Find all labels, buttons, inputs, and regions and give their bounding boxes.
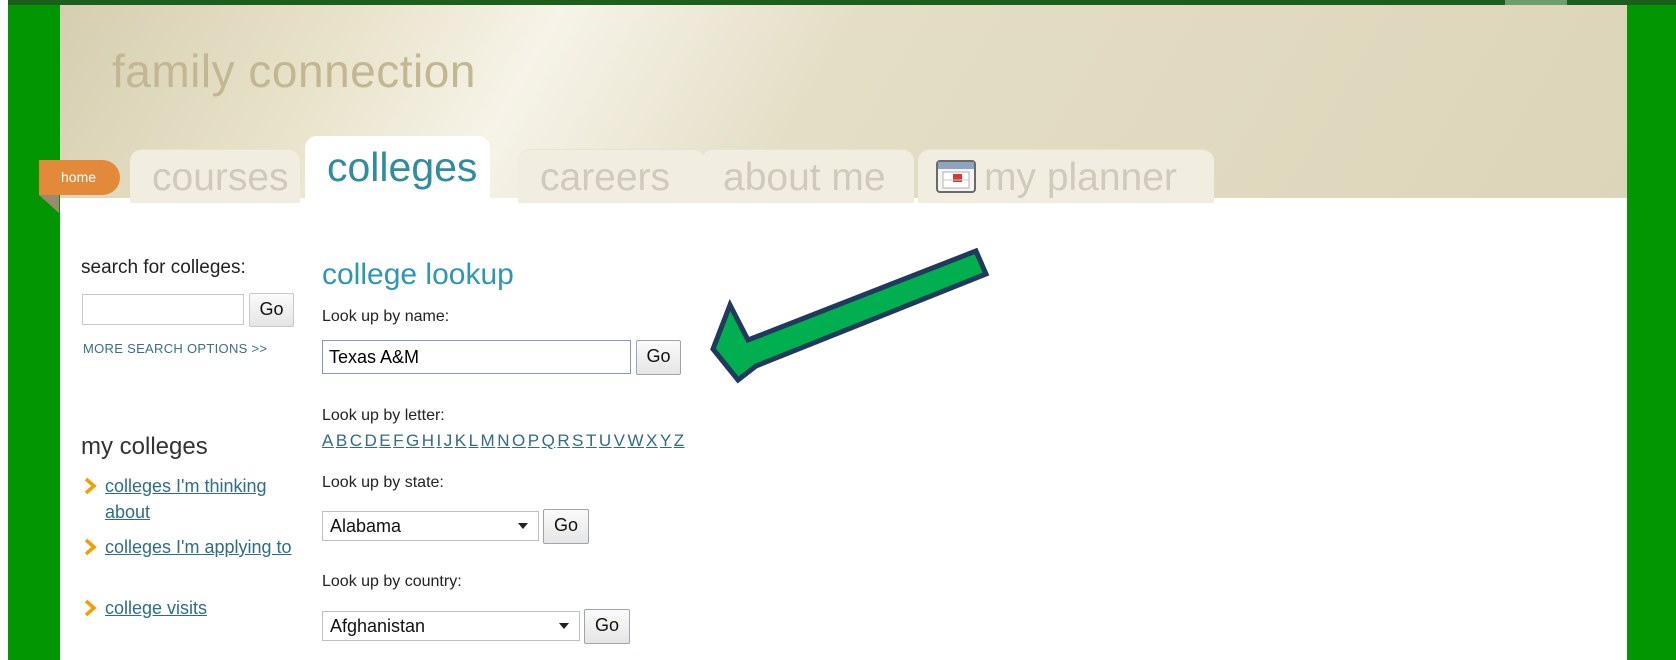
letter-link-o[interactable]: O bbox=[512, 431, 526, 450]
letter-link-w[interactable]: W bbox=[627, 431, 644, 450]
letter-link-p[interactable]: P bbox=[528, 431, 540, 450]
letter-link-g[interactable]: G bbox=[406, 431, 420, 450]
tab-courses-label: courses bbox=[152, 156, 289, 199]
site-title: family connection bbox=[112, 45, 476, 97]
lookup-by-name-label: Look up by name: bbox=[322, 308, 450, 325]
letter-link-t[interactable]: T bbox=[586, 431, 597, 450]
letter-link-y[interactable]: Y bbox=[660, 431, 672, 450]
letter-link-j[interactable]: J bbox=[444, 431, 453, 450]
college-lookup-title: college lookup bbox=[322, 258, 514, 291]
tab-my-planner-label: my planner bbox=[984, 156, 1177, 199]
frame-right-border bbox=[1627, 0, 1676, 660]
college-name-input[interactable]: Texas A&M bbox=[322, 340, 631, 374]
tab-careers[interactable]: careers bbox=[518, 149, 705, 203]
letter-link-n[interactable]: N bbox=[497, 431, 510, 450]
link-college-visits[interactable]: college visits bbox=[105, 595, 295, 621]
tab-about-me[interactable]: about me bbox=[701, 149, 914, 203]
home-tab-fold bbox=[39, 195, 59, 213]
my-colleges-heading: my colleges bbox=[81, 433, 208, 460]
letter-link-m[interactable]: M bbox=[481, 431, 496, 450]
letter-link-q[interactable]: Q bbox=[542, 431, 556, 450]
planner-calendar-icon bbox=[936, 159, 976, 193]
tab-my-planner[interactable]: my planner bbox=[918, 149, 1214, 203]
tab-courses[interactable]: courses bbox=[130, 149, 300, 203]
callout-arrow-icon bbox=[710, 247, 990, 384]
sidebar-search-go-button[interactable]: Go bbox=[249, 293, 294, 327]
tab-colleges-label: colleges bbox=[327, 144, 478, 190]
letter-link-d[interactable]: D bbox=[364, 431, 377, 450]
country-go-button[interactable]: Go bbox=[584, 609, 630, 644]
letter-link-c[interactable]: C bbox=[350, 431, 363, 450]
letter-link-e[interactable]: E bbox=[379, 431, 391, 450]
home-tab[interactable]: home bbox=[39, 160, 120, 195]
letter-link-x[interactable]: X bbox=[646, 431, 658, 450]
letter-link-b[interactable]: B bbox=[336, 431, 348, 450]
letter-link-r[interactable]: R bbox=[557, 431, 570, 450]
country-select[interactable]: Afghanistan bbox=[322, 611, 580, 641]
tab-colleges[interactable]: colleges bbox=[305, 136, 490, 204]
tab-about-me-label: about me bbox=[723, 156, 886, 199]
state-go-button[interactable]: Go bbox=[543, 509, 589, 544]
dropdown-caret-icon bbox=[518, 523, 528, 529]
lookup-by-country-label: Look up by country: bbox=[322, 573, 462, 590]
more-search-options-link[interactable]: MORE SEARCH OPTIONS >> bbox=[83, 341, 267, 356]
letter-links: ABCDEFGHIJKLMNOPQRSTUVWXYZ bbox=[322, 431, 687, 451]
lookup-by-letter-label: Look up by letter: bbox=[322, 407, 445, 424]
state-select-value: Alabama bbox=[330, 516, 402, 536]
sidebar-search-input[interactable] bbox=[82, 294, 244, 325]
name-go-button[interactable]: Go bbox=[636, 340, 681, 375]
country-select-value: Afghanistan bbox=[330, 616, 426, 636]
letter-link-v[interactable]: V bbox=[614, 431, 626, 450]
letter-link-s[interactable]: S bbox=[572, 431, 584, 450]
link-colleges-applying-to[interactable]: colleges I'm applying to bbox=[105, 534, 295, 560]
letter-link-k[interactable]: K bbox=[455, 431, 467, 450]
chevron-right-icon bbox=[84, 599, 97, 617]
tab-careers-label: careers bbox=[540, 156, 671, 199]
chevron-right-icon bbox=[84, 477, 97, 495]
lookup-by-state-label: Look up by state: bbox=[322, 474, 444, 491]
site-header: family connection courses colleges caree… bbox=[60, 5, 1627, 204]
letter-link-h[interactable]: H bbox=[422, 431, 435, 450]
dropdown-caret-icon bbox=[559, 623, 569, 629]
home-tab-label: home bbox=[61, 169, 97, 185]
link-colleges-thinking-about[interactable]: colleges I'm thinking about bbox=[105, 473, 295, 525]
state-select[interactable]: Alabama bbox=[322, 511, 539, 541]
letter-link-z[interactable]: Z bbox=[674, 431, 685, 450]
sidebar-search-heading: search for colleges: bbox=[81, 257, 246, 278]
letter-link-a[interactable]: A bbox=[322, 431, 334, 450]
frame-left-border bbox=[8, 0, 60, 660]
letter-link-i[interactable]: I bbox=[437, 431, 442, 450]
letter-link-l[interactable]: L bbox=[469, 431, 479, 450]
letter-link-u[interactable]: U bbox=[599, 431, 612, 450]
chevron-right-icon bbox=[84, 538, 97, 556]
letter-link-f[interactable]: F bbox=[393, 431, 404, 450]
